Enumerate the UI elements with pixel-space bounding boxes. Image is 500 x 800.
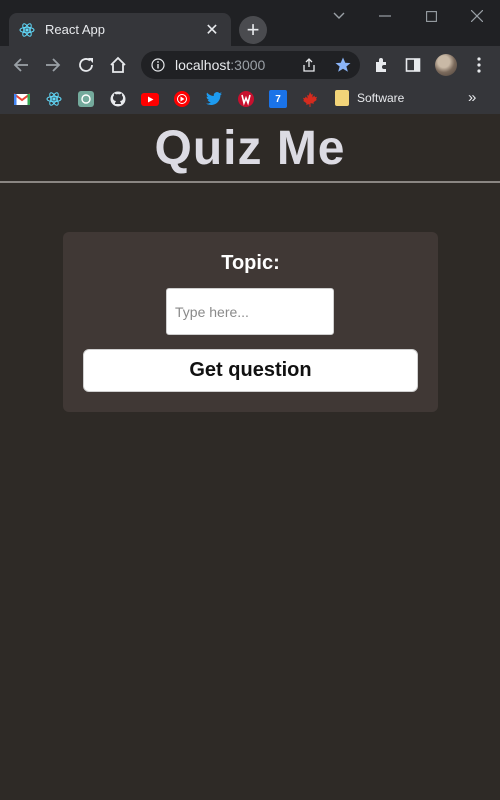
youtube-icon[interactable] [141, 90, 159, 108]
bookmarks-bar: 7 Software » [0, 84, 500, 114]
browser-titlebar: React App ✕ + [0, 0, 500, 46]
page-title: Quiz Me [154, 121, 346, 175]
github-icon[interactable] [109, 90, 127, 108]
calendar-icon[interactable]: 7 [269, 90, 287, 108]
back-arrow-icon[interactable] [10, 54, 32, 76]
site-info-icon[interactable] [151, 58, 165, 72]
share-icon[interactable] [301, 57, 317, 73]
address-bar[interactable]: localhost:3000 [141, 51, 360, 79]
new-tab-button[interactable]: + [239, 16, 267, 44]
topic-label: Topic: [221, 252, 280, 274]
maximize-icon[interactable] [416, 4, 446, 28]
bookmark-star-icon[interactable] [334, 56, 352, 74]
bookmark-folder-software[interactable]: Software [335, 90, 404, 106]
minimize-icon[interactable] [370, 4, 400, 28]
youtube-music-icon[interactable] [173, 90, 191, 108]
tab-title: React App [45, 22, 105, 37]
extensions-icon[interactable] [370, 54, 392, 76]
url-host: localhost [175, 57, 231, 73]
window-close-icon[interactable] [462, 4, 492, 28]
forward-arrow-icon[interactable] [42, 54, 64, 76]
side-panel-icon[interactable] [402, 54, 424, 76]
browser-tab[interactable]: React App ✕ [9, 13, 231, 46]
url-port: :3000 [230, 57, 266, 73]
home-icon[interactable] [107, 54, 129, 76]
twitter-icon[interactable] [205, 90, 223, 108]
react-icon [19, 22, 35, 38]
bookmarks-overflow-icon[interactable]: » [468, 89, 476, 106]
browser-toolbar: localhost:3000 [0, 46, 500, 84]
folder-icon [335, 90, 349, 106]
maple-leaf-icon[interactable] [301, 90, 319, 108]
app-page: Quiz Me Topic: Get question [0, 115, 500, 800]
app-header: Quiz Me [0, 115, 500, 183]
tab-search-chevron-icon[interactable] [324, 4, 354, 28]
react-bookmark-icon[interactable] [45, 90, 63, 108]
gmail-icon[interactable] [13, 90, 31, 108]
topic-input[interactable] [166, 288, 334, 335]
topic-card: Topic: Get question [63, 232, 438, 412]
bookmark-folder-label: Software [357, 91, 405, 105]
reload-icon[interactable] [75, 54, 97, 76]
profile-avatar[interactable] [435, 54, 457, 76]
uwaterloo-icon[interactable] [237, 90, 255, 108]
get-question-button[interactable]: Get question [83, 349, 418, 392]
chatgpt-icon[interactable] [77, 90, 95, 108]
tab-close-icon[interactable]: ✕ [203, 20, 221, 40]
menu-kebab-icon[interactable] [468, 54, 490, 76]
